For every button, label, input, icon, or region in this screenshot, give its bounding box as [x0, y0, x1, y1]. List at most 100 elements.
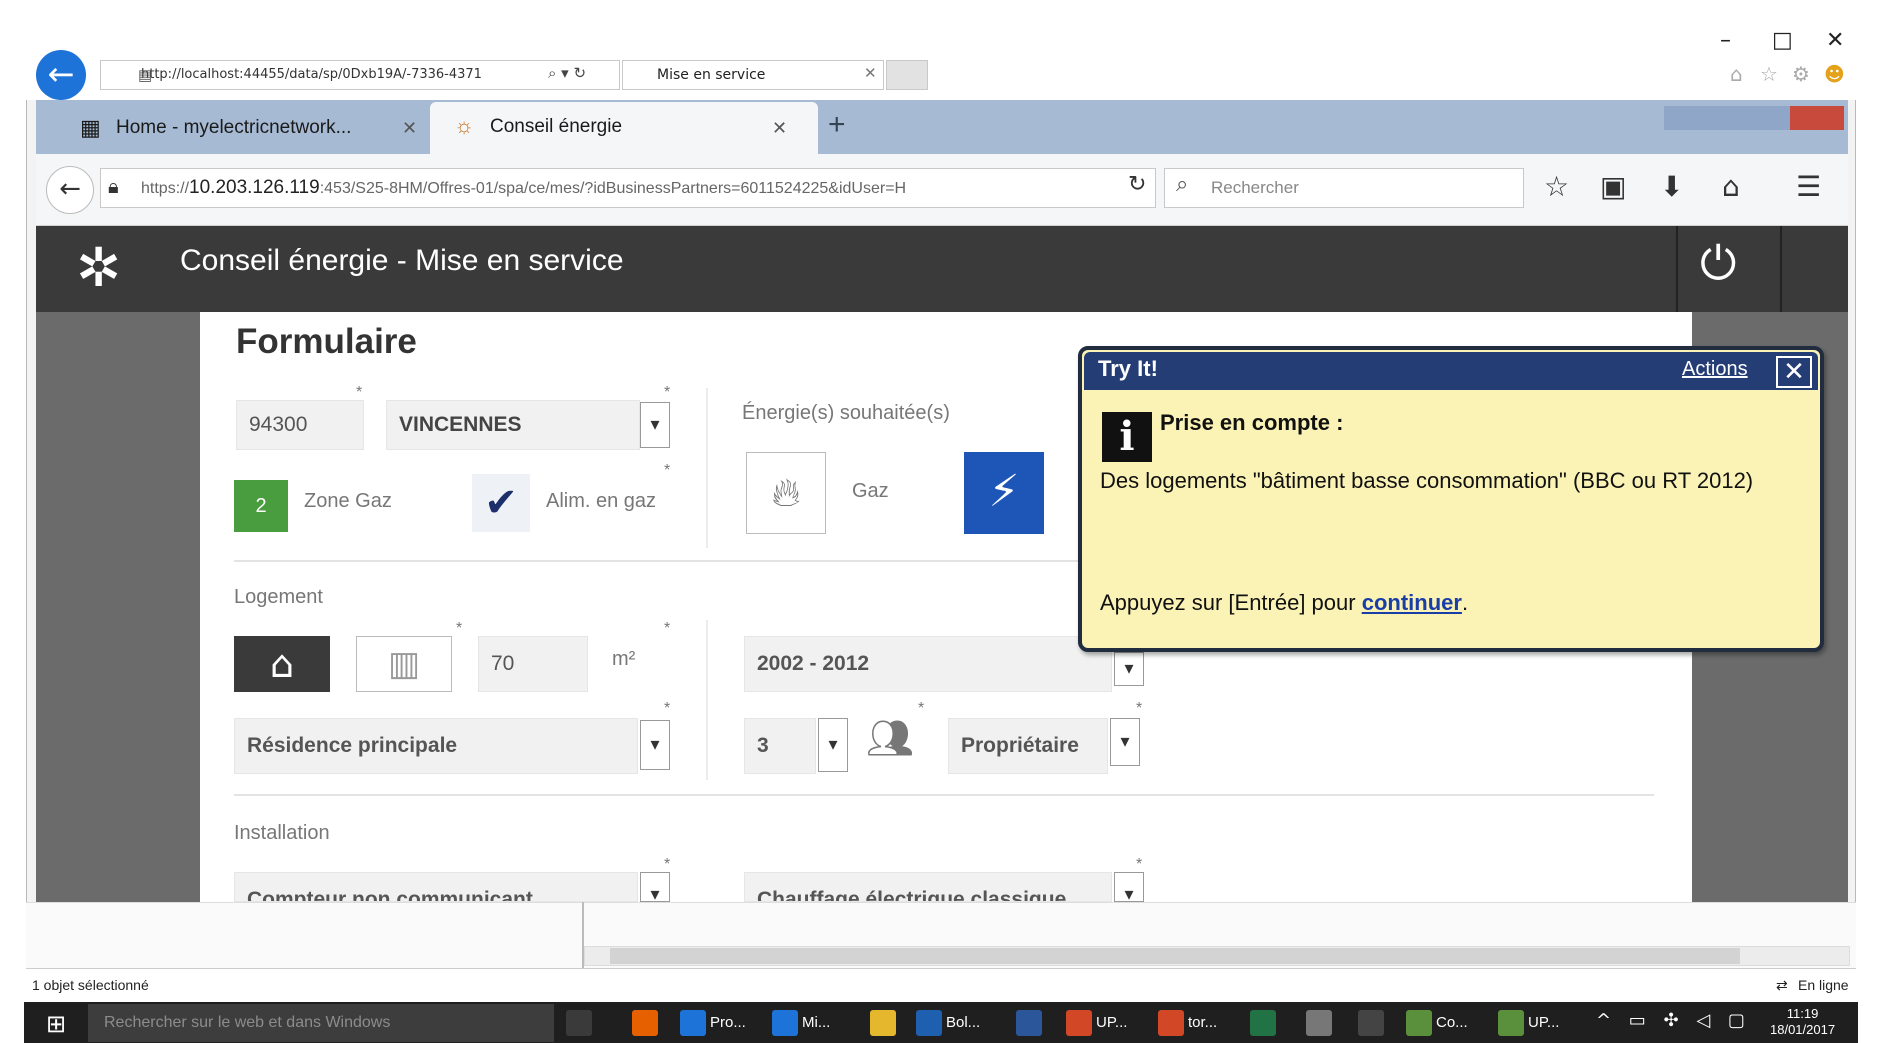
required-mark: *: [664, 462, 671, 479]
taskbar-item[interactable]: [1016, 1006, 1046, 1040]
required-mark: *: [1136, 856, 1143, 873]
search-icon: ⌕: [1176, 172, 1189, 197]
tab-label: Conseil énergie: [490, 116, 623, 137]
city-dropdown-button[interactable]: ▾: [640, 402, 670, 448]
scrollbar-thumb[interactable]: [610, 948, 1740, 964]
house-icon[interactable]: ⌂: [234, 636, 330, 692]
zone-badge: 2: [234, 480, 288, 532]
menu-icon[interactable]: ☰: [1796, 170, 1821, 203]
taskbar-item[interactable]: Pro...: [680, 1006, 746, 1040]
electricity-energy-toggle[interactable]: ⚡︎: [964, 452, 1044, 534]
tooltip-heading: Prise en compte :: [1160, 410, 1344, 435]
heating-select[interactable]: Chauffage électrique classique: [744, 872, 1112, 902]
taskbar-item[interactable]: [1358, 1006, 1388, 1040]
word-icon: [1016, 1010, 1042, 1037]
ie-address-bar[interactable]: http://localhost:44455/data/sp/0Dxb19A/-…: [100, 60, 620, 90]
tooltip-actions-link[interactable]: Actions: [1682, 358, 1748, 381]
power-icon[interactable]: ⏻: [1700, 236, 1736, 292]
firefox-window-controls[interactable]: [1664, 106, 1844, 130]
taskbar-item[interactable]: Co...: [1406, 1006, 1468, 1040]
taskbar-item[interactable]: UP...: [1498, 1006, 1559, 1040]
taskbar-item-label: Co...: [1436, 1014, 1468, 1031]
task-view-icon: [566, 1010, 592, 1037]
powerpoint-icon: [1066, 1010, 1092, 1037]
residence-select[interactable]: Résidence principale: [234, 718, 638, 774]
settings-icon[interactable]: ⚙: [1792, 62, 1810, 86]
taskbar-item-label: UP...: [1096, 1014, 1128, 1031]
period-dropdown-button[interactable]: ▾: [1114, 652, 1144, 686]
logo-icon: ✲: [76, 236, 122, 299]
occupants-select[interactable]: 3: [744, 718, 816, 774]
taskbar-item[interactable]: Mi...: [772, 1006, 830, 1040]
column-divider: [706, 620, 708, 780]
column-divider: [706, 388, 708, 548]
meter-select[interactable]: Compteur non communicant: [234, 872, 638, 902]
reload-icon[interactable]: ↻: [1128, 172, 1146, 197]
zone-label: Zone Gaz: [304, 490, 392, 512]
occupants-dropdown-button[interactable]: ▾: [818, 718, 848, 772]
ie-address-tools[interactable]: ⌕ ▾ ↻: [548, 64, 586, 82]
taskbar-item[interactable]: [632, 1006, 662, 1040]
system-tray-icons[interactable]: ^ ▭ ✣ ◁ ▢: [1596, 1010, 1751, 1031]
taskbar-item[interactable]: [870, 1006, 900, 1040]
minimize-button[interactable]: –: [1720, 28, 1731, 53]
taskbar-item[interactable]: tor...: [1158, 1006, 1217, 1040]
back-button[interactable]: ←: [46, 166, 94, 214]
windows-start-icon[interactable]: ⊞: [46, 1010, 66, 1038]
smiley-icon[interactable]: ☻: [1824, 62, 1845, 86]
gas-supply-checkbox[interactable]: ✔: [472, 474, 530, 532]
tooltip-footer-prefix: Appuyez sur [Entrée] pour: [1100, 590, 1362, 615]
taskbar-search-input[interactable]: Rechercher sur le web et dans Windows: [88, 1004, 554, 1042]
taskbar-item[interactable]: [566, 1006, 596, 1040]
gas-supply-label: Alim. en gaz: [546, 490, 657, 512]
ie-back-button[interactable]: ←: [36, 50, 86, 100]
apartment-icon[interactable]: ▥: [356, 636, 452, 692]
tab-close-icon[interactable]: ✕: [772, 118, 787, 139]
download-icon[interactable]: ⬇: [1660, 170, 1683, 203]
bookmark-star-icon[interactable]: ☆: [1544, 170, 1569, 203]
tooltip-title: Try It!: [1098, 356, 1158, 381]
taskbar-item[interactable]: [1250, 1006, 1280, 1040]
continue-link[interactable]: continuer: [1362, 590, 1462, 615]
tab-conseil-energie[interactable]: ☼ Conseil énergie: [430, 102, 818, 154]
ie-tab-close-icon[interactable]: ✕: [864, 64, 877, 82]
tab-close-icon[interactable]: ✕: [402, 118, 417, 139]
home-icon[interactable]: ⌂: [1730, 62, 1743, 86]
energy-label: Énergie(s) souhaitée(s): [742, 402, 950, 424]
gas-option-label: Gaz: [852, 480, 889, 502]
ie-tab[interactable]: Mise en service: [622, 60, 884, 90]
surface-field[interactable]: 70: [478, 636, 588, 692]
heating-dropdown-button[interactable]: ▾: [1114, 872, 1144, 902]
new-tab-button[interactable]: +: [828, 108, 846, 142]
gas-energy-toggle[interactable]: 🔥︎: [746, 452, 826, 534]
city-select[interactable]: VINCENNES: [386, 400, 640, 450]
clipboard-icon[interactable]: ▣: [1600, 170, 1626, 203]
home-icon[interactable]: ⌂: [1722, 170, 1740, 203]
tab-home[interactable]: ▦ Home - myelectricnetwork...: [70, 106, 430, 152]
taskbar-clock[interactable]: 11:19 18/01/2017: [1770, 1006, 1835, 1038]
url-bar[interactable]: https://10.203.126.119:453/S25-8HM/Offre…: [100, 168, 1156, 208]
close-button[interactable]: ✕: [1826, 28, 1844, 53]
period-select[interactable]: 2002 - 2012: [744, 636, 1112, 692]
taskbar-item[interactable]: UP...: [1066, 1006, 1127, 1040]
surface-unit: m²: [612, 648, 636, 670]
postal-code-field[interactable]: 94300: [236, 400, 364, 450]
tooltip-close-icon[interactable]: ✕: [1776, 356, 1812, 388]
status-select[interactable]: Propriétaire: [948, 718, 1108, 774]
maximize-button[interactable]: □: [1772, 28, 1793, 53]
explorer-icon: [870, 1010, 896, 1037]
section-divider: [234, 794, 1654, 796]
search-input[interactable]: Rechercher: [1164, 168, 1524, 208]
status-dropdown-button[interactable]: ▾: [1110, 718, 1140, 766]
powerpoint-icon: [1158, 1010, 1184, 1037]
favorites-icon[interactable]: ☆: [1760, 62, 1778, 86]
header-divider: [1780, 226, 1782, 312]
ie-new-tab-button[interactable]: [886, 60, 928, 90]
taskbar-item[interactable]: [1306, 1006, 1336, 1040]
residence-dropdown-button[interactable]: ▾: [640, 720, 670, 770]
calculator-icon: [1358, 1010, 1384, 1037]
meter-dropdown-button[interactable]: ▾: [640, 872, 670, 902]
status-left: 1 objet sélectionné: [32, 977, 149, 993]
taskbar-item[interactable]: Bol...: [916, 1006, 980, 1040]
required-mark: *: [664, 620, 671, 637]
